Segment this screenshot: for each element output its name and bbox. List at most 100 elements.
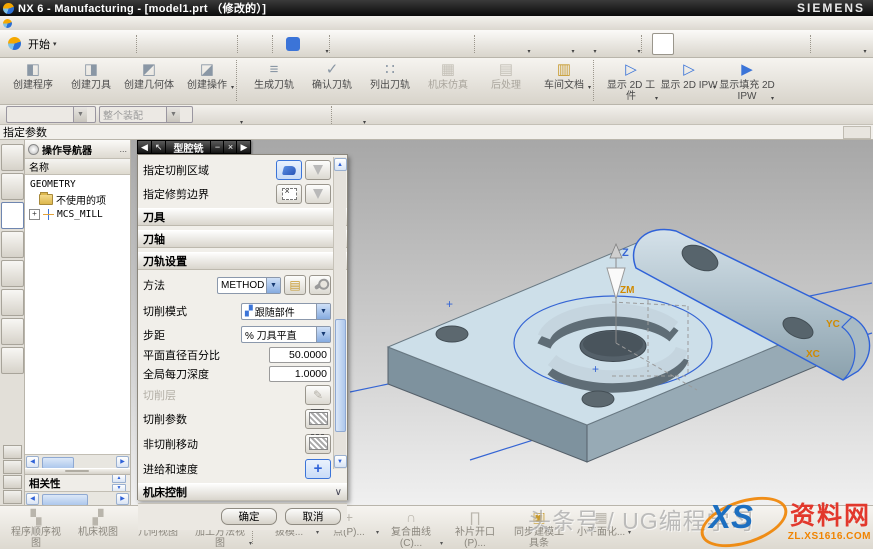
tree-row-mcs-mill[interactable]: + MCS_MILL xyxy=(27,207,130,222)
create-tool-button[interactable]: ◨ 创建刀具 xyxy=(62,58,120,91)
scroll-up-button[interactable] xyxy=(3,460,22,474)
navigator-hscrollbar[interactable]: ◀ ▶ xyxy=(25,454,130,468)
machine-control-section-header[interactable]: 机床控制 ∨ xyxy=(138,483,347,501)
edit-method-button[interactable]: ▤ xyxy=(284,275,306,295)
render-style-button[interactable] xyxy=(529,34,549,54)
depth-per-cut-field[interactable]: 1.0000 xyxy=(269,366,331,382)
scroll-up-icon[interactable]: ▲ xyxy=(334,158,347,171)
stepover-combo[interactable]: % 刀具平直 ▼ xyxy=(241,326,331,343)
measure-distance-button[interactable] xyxy=(821,34,841,54)
vector-select-button[interactable] xyxy=(285,105,305,125)
new-file-button[interactable] xyxy=(68,34,88,54)
select-trim-boundary-button[interactable] xyxy=(276,184,302,204)
orient-view-iso-button[interactable] xyxy=(617,34,637,54)
toolbar2-button[interactable] xyxy=(593,60,602,101)
dialog-prev-button[interactable]: ◀ xyxy=(137,140,151,154)
navigator-more-button[interactable]: ... xyxy=(119,144,127,154)
create-geometry-button[interactable]: ◩ 创建几何体 xyxy=(120,58,178,91)
ok-button[interactable]: 确定 xyxy=(221,508,277,525)
composite-curve-button[interactable]: ∩ 复合曲线(C)... xyxy=(379,506,443,549)
dialog-scrollbar[interactable]: ▲ ▼ xyxy=(333,157,346,469)
show-2d-workpiece-button[interactable]: ▷ 显示 2D 工件 xyxy=(602,58,660,102)
cancel-button[interactable]: 取消 xyxy=(285,508,341,525)
machine-tool-view-button[interactable]: ▞ 机床视图 xyxy=(68,506,128,538)
tool-section-header[interactable]: 刀具 ∨ xyxy=(138,208,347,226)
reuse-library-tab[interactable] xyxy=(1,260,24,287)
toolbar-button[interactable] xyxy=(810,35,817,53)
facet-body-button[interactable]: ▦ 小平面化... xyxy=(571,506,631,538)
shaded-solid-button[interactable] xyxy=(364,105,384,125)
snap-settings-button[interactable] xyxy=(786,34,806,54)
selection-priority-button[interactable] xyxy=(219,105,239,125)
snapshot-button[interactable] xyxy=(450,34,470,54)
rectangle-select-button[interactable] xyxy=(342,105,362,125)
tree-row-geometry[interactable]: GEOMETRY xyxy=(27,177,130,192)
list-toolpath-button[interactable]: ∷ 列出刀轨 xyxy=(361,58,419,91)
orient-view-button[interactable] xyxy=(595,34,615,54)
name-column-header[interactable]: 名称 xyxy=(25,159,130,175)
magnify-button[interactable] xyxy=(384,34,404,54)
dialog-title[interactable]: 型腔铣 xyxy=(165,140,210,154)
verify-toolpath-button[interactable]: ✓ 确认刀轨 xyxy=(303,58,361,91)
machine-simulation-button[interactable]: ▦ 机床仿真 xyxy=(419,58,477,91)
dialog-minimize-button[interactable]: − xyxy=(210,140,223,154)
paste-button[interactable] xyxy=(191,34,211,54)
scroll-thumb[interactable] xyxy=(42,494,88,506)
flat-diameter-field[interactable]: 50.0000 xyxy=(269,347,331,363)
panel-splitter[interactable] xyxy=(25,468,130,475)
scroll-down-button[interactable] xyxy=(3,475,22,489)
dependencies-header[interactable]: 相关性 ▲ ▼ xyxy=(25,475,130,491)
patch-opening-button[interactable]: ∏ 补片开口(P)... xyxy=(443,506,507,549)
background-button[interactable] xyxy=(551,34,571,54)
cut-button[interactable] xyxy=(147,34,167,54)
scroll-left-icon[interactable]: ◀ xyxy=(26,493,39,505)
operation-navigator-tab[interactable] xyxy=(1,202,24,229)
quick-pick-button[interactable] xyxy=(698,34,718,54)
toolbar-button[interactable] xyxy=(329,35,336,53)
scroll-thumb[interactable] xyxy=(335,319,346,433)
scroll-left-icon[interactable]: ◀ xyxy=(26,456,39,468)
navigator-header[interactable]: 操作导航器 ... xyxy=(25,140,130,159)
collapse-all-button[interactable] xyxy=(3,445,22,459)
non-cutting-moves-button[interactable] xyxy=(305,434,331,454)
undo-selection-button[interactable] xyxy=(241,105,261,125)
toolbar-button[interactable] xyxy=(237,35,244,53)
scroll-down-icon[interactable]: ▼ xyxy=(334,455,347,468)
open-button[interactable] xyxy=(90,34,110,54)
create-operation-button[interactable]: ◪ 创建操作 xyxy=(178,58,236,91)
history-tab[interactable] xyxy=(1,347,24,374)
tree-row-unused-items[interactable]: 不使用的项 xyxy=(27,192,130,207)
snap-midpoint-button[interactable] xyxy=(742,34,762,54)
start-button[interactable]: 开始 ▾ xyxy=(2,34,63,54)
expand-icon[interactable]: + xyxy=(29,209,40,220)
show-filled-2d-ipw-button[interactable]: ▶ 显示填充 2D IPW xyxy=(718,58,776,102)
fit-view-button[interactable] xyxy=(340,34,360,54)
select-cut-area-button[interactable] xyxy=(276,160,302,180)
scroll-thumb[interactable] xyxy=(42,457,74,469)
toolbar2-button[interactable] xyxy=(236,60,245,101)
path-settings-section-header[interactable]: 刀轨设置 ∧ xyxy=(138,252,347,270)
roles-tab[interactable] xyxy=(1,289,24,316)
method-tools-button[interactable] xyxy=(309,275,331,295)
display-trim-boundary-button[interactable] xyxy=(305,184,331,204)
assembly-navigator-tab[interactable] xyxy=(1,144,24,171)
scene-materials-tab[interactable] xyxy=(1,318,24,345)
zoom-window-button[interactable] xyxy=(362,34,382,54)
synchronous-modeling-toolbar-button[interactable]: ▣ 同步建模工具条 xyxy=(507,506,571,549)
interpart-select-button[interactable] xyxy=(197,105,217,125)
tool-axis-section-header[interactable]: 刀轴 ∨ xyxy=(138,230,347,248)
information-button[interactable] xyxy=(286,37,300,51)
title-bar[interactable]: NX 6 - Manufacturing - [model1.prt （修改的）… xyxy=(0,0,873,16)
save-button[interactable] xyxy=(112,34,132,54)
scroll-right-icon[interactable]: ▶ xyxy=(116,456,129,468)
dialog-pointer-icon[interactable]: ↖ xyxy=(151,140,166,154)
type-filter-combo[interactable]: ▼ xyxy=(6,106,96,123)
scroll-right-icon[interactable]: ▶ xyxy=(116,493,129,505)
cut-levels-button[interactable]: ✎ xyxy=(305,385,331,405)
toolbar-button[interactable] xyxy=(136,35,143,53)
method-combo[interactable]: METHOD ▼ xyxy=(217,277,281,294)
program-order-view-button[interactable]: ▚ 程序顺序视图 xyxy=(4,506,68,549)
undo-button[interactable] xyxy=(248,34,268,54)
toolbar-button[interactable] xyxy=(272,35,279,53)
show-2d-ipw-button[interactable]: ▷ 显示 2D IPW xyxy=(660,58,718,91)
